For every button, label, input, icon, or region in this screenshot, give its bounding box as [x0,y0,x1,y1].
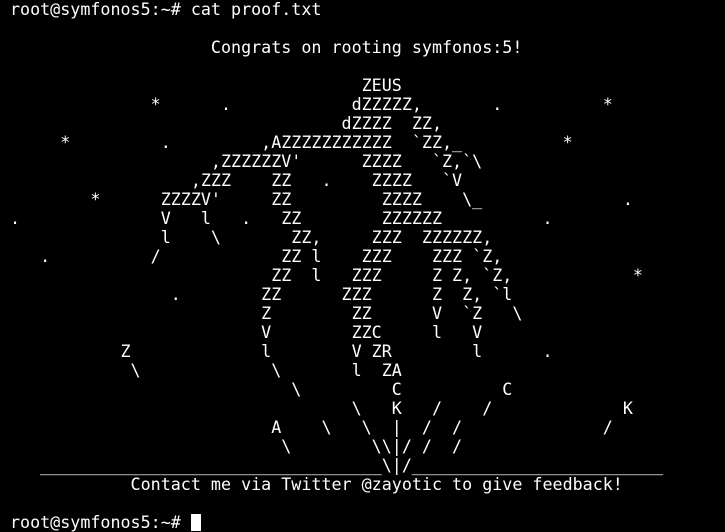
text-cursor [190,514,201,531]
output-line: ZEUS [10,75,402,95]
command-output: Congrats on rooting symfonos:5! ZEUS * .… [0,19,725,513]
output-line: . V l . ZZ ZZZZZZ . [10,208,553,228]
output-line: \ \ l ZA [10,360,402,380]
output-line: Congrats on rooting symfonos:5! [10,37,523,57]
output-line: Z ZZ V `Z \ [10,303,523,323]
output-line: * . dZZZZZ, . * [10,94,613,114]
output-line: __________________________________\|/___… [10,455,664,475]
terminal-window[interactable]: root@symfonos5:~# cat proof.txt Congrats… [0,0,725,532]
command-line: root@symfonos5:~# cat proof.txt [10,0,725,19]
output-line: . ZZ ZZZ Z Z, `l [10,284,513,304]
output-line: ZZ l ZZZ Z Z, `Z, * [10,265,643,285]
active-command-line[interactable]: root@symfonos5:~# [10,513,725,532]
shell-prompt: root@symfonos5:~# [10,0,191,19]
output-line: \ C C [10,379,513,399]
output-line: \ K / / K [10,398,633,418]
shell-command: cat proof.txt [190,0,322,19]
output-line: ,ZZZ ZZ . ZZZZ `V [10,170,463,190]
output-line: * . ,AZZZZZZZZZZZ `ZZ,_ * [10,132,573,152]
output-line: V ZZC l V [10,322,483,342]
output-line: Contact me via Twitter @zayotic to give … [10,474,623,494]
output-line: * ZZZZV' ZZ ZZZZ \_ . [10,189,633,209]
output-line: \ \\|/ / / [10,436,463,456]
shell-prompt-active: root@symfonos5:~# [10,512,191,532]
output-line: ,ZZZZZZV' ZZZZ `Z,`\ [10,151,483,171]
output-line: A \ \ | / / / [10,417,613,437]
output-line: l \ ZZ, ZZZ ZZZZZZ, [10,227,493,247]
output-line: . / ZZ l ZZZ ZZZ `Z, [10,246,503,266]
output-line: Z l V ZR l . [10,341,553,361]
output-line: dZZZZ ZZ, [10,113,443,133]
